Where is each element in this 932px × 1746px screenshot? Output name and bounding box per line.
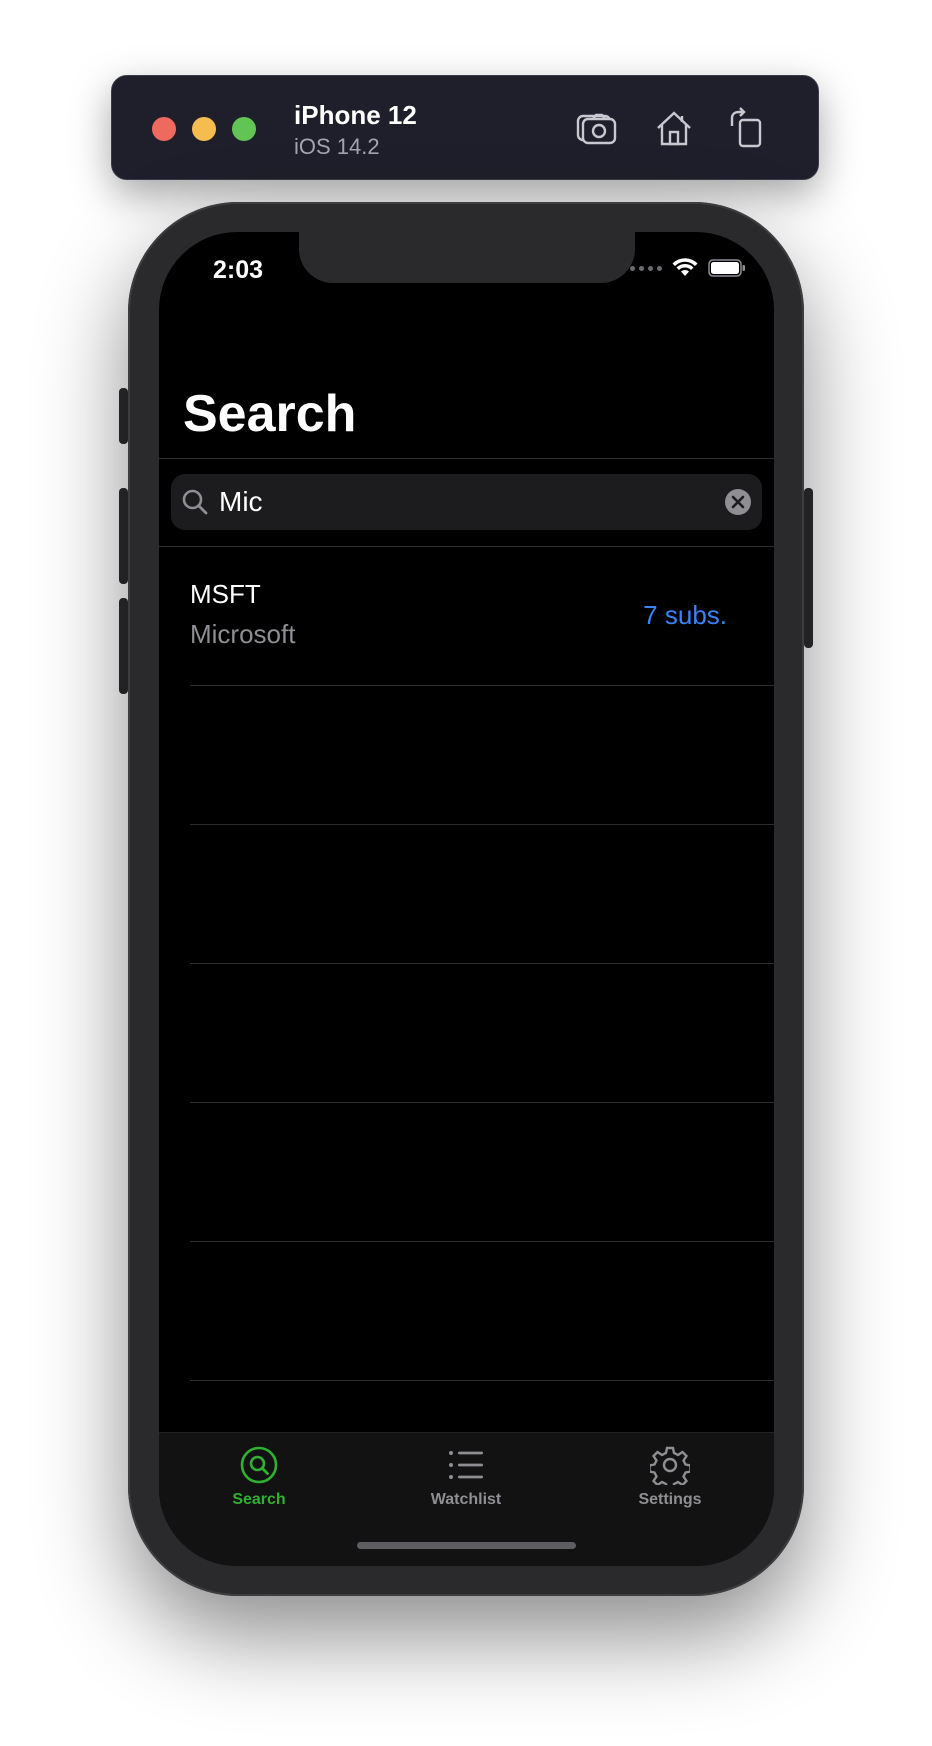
zoom-window-button[interactable] bbox=[232, 117, 256, 141]
tab-label: Watchlist bbox=[430, 1491, 502, 1508]
tab-search[interactable]: Search bbox=[179, 1445, 339, 1509]
search-input[interactable] bbox=[219, 474, 709, 530]
close-window-button[interactable] bbox=[152, 117, 176, 141]
page-title: Search bbox=[183, 385, 357, 443]
battery-icon bbox=[708, 259, 745, 277]
power-button bbox=[804, 488, 813, 648]
result-row[interactable]: MSFT Microsoft 7 subs. bbox=[159, 547, 774, 686]
company-name: Microsoft bbox=[190, 619, 296, 649]
empty-row bbox=[159, 825, 774, 964]
tab-settings[interactable]: Settings bbox=[590, 1445, 750, 1509]
empty-row bbox=[159, 1242, 774, 1381]
status-time: 2:03 bbox=[213, 256, 264, 284]
ticker-symbol: MSFT bbox=[190, 579, 261, 609]
wifi-icon bbox=[672, 258, 698, 276]
os-version: iOS 14.2 bbox=[294, 134, 380, 159]
gear-icon bbox=[650, 1446, 690, 1485]
volume-up-button bbox=[119, 488, 128, 584]
tab-watchlist[interactable]: Watchlist bbox=[386, 1445, 546, 1509]
empty-row bbox=[159, 964, 774, 1103]
screenshot-icon[interactable] bbox=[574, 106, 618, 150]
cellular-signal-icon bbox=[630, 265, 662, 271]
row-divider bbox=[190, 1380, 774, 1381]
search-icon bbox=[240, 1446, 278, 1484]
subscription-count: 7 subs. bbox=[643, 600, 727, 630]
minimize-window-button[interactable] bbox=[192, 117, 216, 141]
home-icon[interactable] bbox=[652, 106, 696, 150]
search-icon bbox=[182, 489, 208, 515]
simulator-toolbar: iPhone 12 iOS 14.2 bbox=[111, 75, 819, 180]
phone-screen: 2:03 Search MSFT Microsoft 7 subs. bbox=[159, 232, 774, 1566]
status-indicators bbox=[630, 258, 746, 278]
volume-down-button bbox=[119, 598, 128, 694]
tab-label: Settings bbox=[638, 1491, 702, 1508]
empty-row bbox=[159, 686, 774, 825]
device-name: iPhone 12 bbox=[294, 100, 417, 130]
search-field[interactable] bbox=[171, 474, 762, 530]
mute-switch bbox=[119, 388, 128, 444]
tab-label: Search bbox=[232, 1491, 286, 1508]
rotate-icon[interactable] bbox=[724, 106, 768, 150]
notch bbox=[299, 232, 635, 283]
divider bbox=[159, 458, 774, 459]
clear-text-icon[interactable] bbox=[724, 488, 752, 516]
empty-row bbox=[159, 1103, 774, 1242]
list-icon bbox=[449, 1451, 483, 1479]
home-indicator bbox=[357, 1542, 576, 1549]
